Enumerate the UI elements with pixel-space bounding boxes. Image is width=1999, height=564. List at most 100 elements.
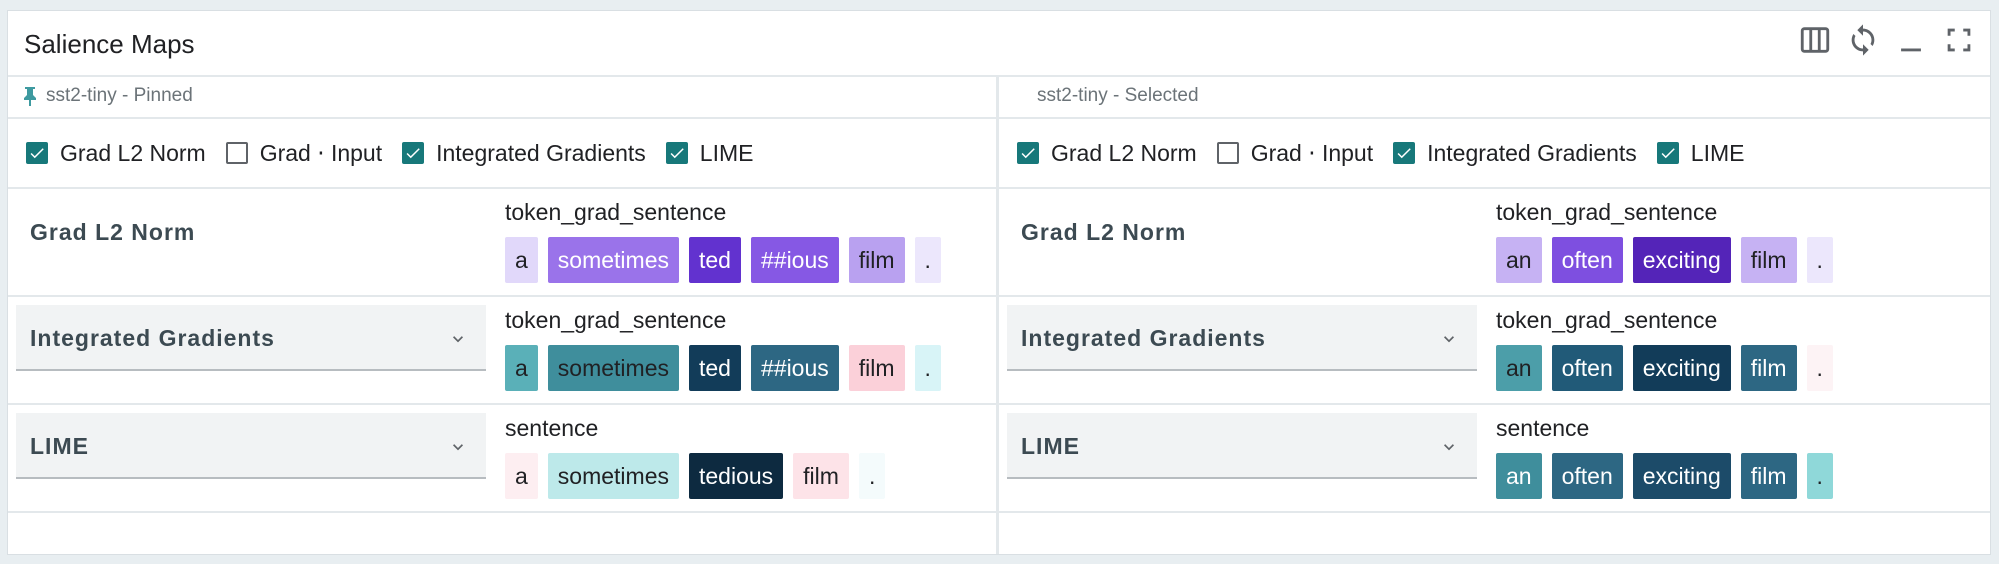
salience-row: Integrated Gradients token_grad_sentencea…	[999, 297, 1990, 405]
module-title: Salience Maps	[24, 29, 195, 59]
check-icon	[1397, 148, 1411, 159]
minimize-icon[interactable]	[1894, 23, 1928, 57]
salience-token[interactable]: .	[914, 237, 941, 283]
chevron-down-icon	[453, 444, 463, 451]
token-list: an often exciting film.	[1496, 237, 1833, 283]
salience-token[interactable]: .	[914, 345, 941, 391]
salience-token[interactable]: often	[1551, 237, 1623, 283]
method-checkbox-option[interactable]: LIME	[665, 140, 753, 167]
method-label: LIME	[1690, 139, 1745, 166]
method-checkbox-option[interactable]: Grad ⋅ Input	[225, 140, 382, 167]
method-label: Grad ⋅ Input	[1250, 139, 1374, 166]
salience-token[interactable]: a	[505, 453, 538, 499]
selected-panel: sst2-tiny - Selected Grad L2 Norm Grad ⋅ I…	[999, 75, 1990, 554]
salience-token[interactable]: .	[1806, 453, 1833, 499]
checkbox-unchecked[interactable]	[1216, 142, 1239, 164]
salience-token[interactable]: an	[1496, 453, 1542, 499]
method-dropdown[interactable]: LIME	[1007, 413, 1477, 479]
fullscreen-icon[interactable]	[1942, 23, 1976, 57]
token-list: a sometimes tedious film.	[505, 453, 886, 499]
salience-token[interactable]: .	[1806, 345, 1833, 391]
salience-row: LIME sentence a sometimes tedious film.	[8, 405, 996, 513]
salience-token[interactable]: film	[848, 345, 905, 391]
salience-token[interactable]: often	[1551, 453, 1623, 499]
method-dropdown[interactable]: Integrated Gradients	[1007, 305, 1477, 371]
field-name: sentence	[505, 415, 599, 441]
chevron-down-icon	[1444, 444, 1454, 451]
method-checkbox-option[interactable]: LIME	[1656, 139, 1745, 167]
panel-label: sst2-tiny - Selected	[999, 75, 1990, 119]
check-icon	[1661, 148, 1675, 159]
method-dropdown-value: Integrated Gradients	[30, 325, 275, 351]
salience-token[interactable]: film	[1740, 345, 1797, 391]
method-checkbox-option[interactable]: Grad L2 Norm	[1017, 140, 1197, 167]
method-label: Grad L2 Norm	[60, 139, 206, 166]
checkbox-unchecked[interactable]	[225, 142, 248, 164]
method-dropdown-value: LIME	[1021, 433, 1080, 459]
salience-token[interactable]: film	[1740, 453, 1797, 499]
method-dropdown-value: LIME	[30, 433, 89, 459]
method-dropdown-value: Integrated Gradients	[1021, 325, 1266, 351]
method-checkbox-option[interactable]: Grad L2 Norm	[26, 140, 206, 167]
field-name: token_grad_sentence	[1496, 307, 1718, 333]
check-icon	[406, 148, 420, 159]
method-checkbox-option[interactable]: Integrated Gradients	[1393, 140, 1637, 167]
method-checkboxes: Grad L2 Norm Grad ⋅ Input Integrated Gradi…	[8, 119, 996, 189]
method-dropdown[interactable]: Integrated Gradients	[16, 305, 486, 371]
pin-icon[interactable]	[22, 86, 38, 106]
columns-icon[interactable]	[1798, 23, 1832, 57]
check-icon	[670, 148, 684, 159]
salience-token[interactable]: ##ious	[750, 237, 839, 283]
method-checkbox-option[interactable]: Grad ⋅ Input	[1216, 139, 1374, 167]
chevron-down-icon	[1444, 336, 1454, 343]
checkbox-checked[interactable]	[1393, 142, 1416, 164]
salience-row: Integrated Gradients token_grad_sentencea…	[8, 297, 996, 405]
chevron-down-icon	[453, 336, 463, 343]
panel-label-text: sst2-tiny - Selected	[1037, 85, 1199, 106]
panel-label: sst2-tiny - Pinned	[8, 75, 996, 119]
salience-token[interactable]: .	[1806, 237, 1833, 283]
header-toolbar	[1798, 23, 1976, 57]
field-name: token_grad_sentence	[505, 307, 727, 333]
salience-token[interactable]: tedious	[689, 453, 784, 499]
method-label: Grad L2 Norm	[1051, 139, 1197, 166]
checkbox-checked[interactable]	[1656, 142, 1679, 164]
salience-token[interactable]: sometimes	[547, 237, 679, 283]
salience-token[interactable]: often	[1551, 345, 1623, 391]
pinned-panel: sst2-tiny - Pinned Grad L2 Norm Grad ⋅ Inp…	[8, 75, 999, 554]
token-list: an often exciting film.	[1496, 345, 1833, 391]
method-name: Grad L2 Norm	[30, 219, 196, 245]
salience-token[interactable]: sometimes	[547, 453, 679, 499]
field-name: token_grad_sentence	[505, 199, 727, 225]
salience-token[interactable]: exciting	[1632, 453, 1731, 499]
salience-token[interactable]: ted	[689, 345, 741, 391]
method-name: Grad L2 Norm	[1021, 219, 1187, 245]
salience-token[interactable]: film	[793, 453, 849, 499]
token-list: a sometimes ted ##ious film.	[505, 237, 941, 283]
field-name: token_grad_sentence	[1496, 199, 1718, 225]
field-name: sentence	[1496, 415, 1590, 441]
checkbox-checked[interactable]	[1017, 142, 1039, 164]
salience-token[interactable]: an	[1496, 345, 1542, 391]
salience-token[interactable]: .	[858, 453, 886, 499]
method-label: Integrated Gradients	[1427, 139, 1637, 166]
salience-token[interactable]: ted	[689, 237, 741, 283]
salience-token[interactable]: a	[505, 237, 538, 283]
check-icon	[1021, 148, 1035, 159]
salience-token[interactable]: exciting	[1632, 237, 1731, 283]
method-checkbox-option[interactable]: Integrated Gradients	[402, 140, 646, 167]
sync-icon[interactable]	[1846, 23, 1880, 57]
salience-token[interactable]: exciting	[1632, 345, 1731, 391]
checkbox-checked[interactable]	[665, 142, 688, 164]
method-checkboxes: Grad L2 Norm Grad ⋅ Input Integrated Gradi…	[999, 119, 1990, 189]
salience-token[interactable]: ##ious	[750, 345, 839, 391]
salience-token[interactable]: film	[848, 237, 905, 283]
salience-token[interactable]: film	[1740, 237, 1797, 283]
salience-token[interactable]: an	[1496, 237, 1542, 283]
panels-container: sst2-tiny - Pinned Grad L2 Norm Grad ⋅ Inp…	[8, 75, 1990, 554]
salience-token[interactable]: a	[505, 345, 538, 391]
checkbox-checked[interactable]	[402, 142, 425, 164]
salience-token[interactable]: sometimes	[547, 345, 679, 391]
method-dropdown[interactable]: LIME	[16, 413, 486, 479]
checkbox-checked[interactable]	[26, 142, 48, 164]
